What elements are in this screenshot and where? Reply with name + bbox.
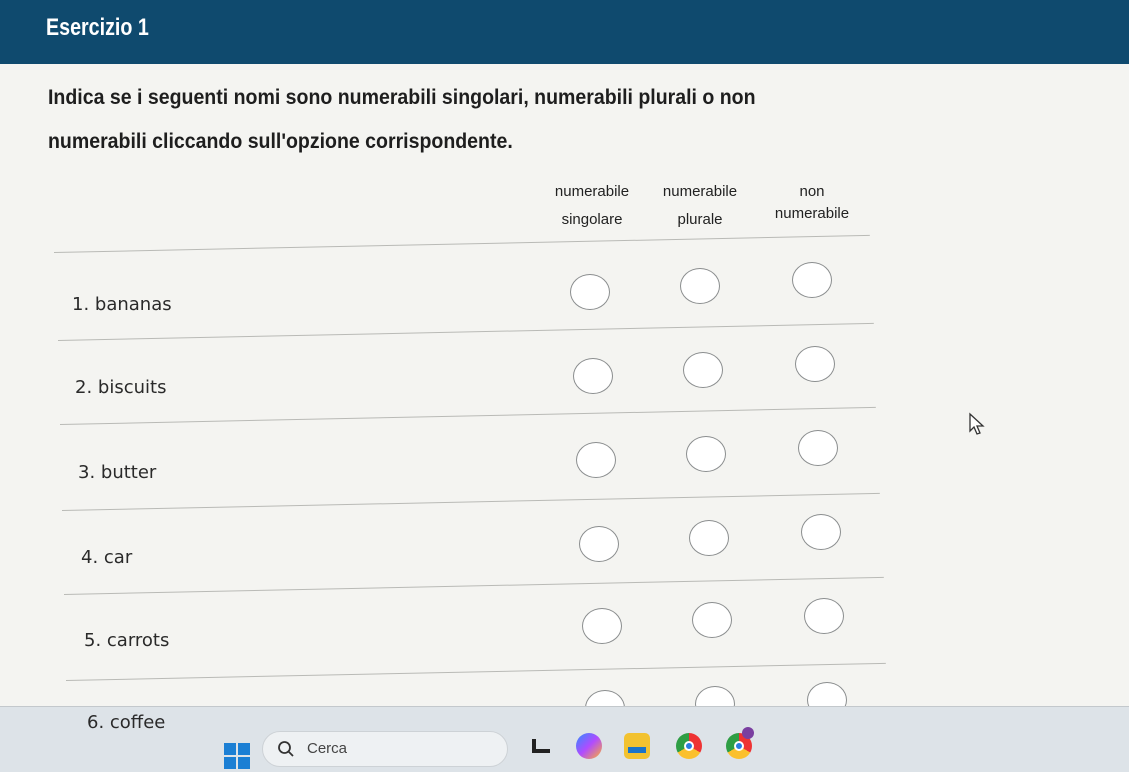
radio-biscuits-singolare[interactable] (573, 358, 613, 394)
radio-butter-non-numerabile[interactable] (798, 430, 838, 466)
radio-carrots-non-numerabile[interactable] (804, 598, 844, 634)
column-header-line2: plurale (677, 211, 723, 228)
exercise-header: Esercizio 1 (0, 0, 1129, 64)
column-header-non-numerabile: non numerabile (752, 180, 872, 226)
column-header-line2: singolare (561, 211, 623, 228)
radio-bananas-plurale[interactable] (680, 268, 720, 304)
row-label-butter: 3. butter (78, 462, 157, 483)
radio-butter-singolare[interactable] (576, 442, 616, 478)
windows-taskbar: Cerca (0, 706, 1129, 772)
radio-biscuits-plurale[interactable] (683, 352, 723, 388)
radio-bananas-singolare[interactable] (570, 274, 610, 310)
row-label-bananas: 1. bananas (72, 294, 172, 315)
radio-butter-plurale[interactable] (686, 436, 726, 472)
radio-car-singolare[interactable] (579, 526, 619, 562)
windows-start-icon[interactable] (224, 743, 250, 769)
taskbar-search-box[interactable]: Cerca (262, 731, 508, 767)
exercise-instructions: Indica se i seguenti nomi sono numerabil… (48, 86, 756, 153)
radio-carrots-plurale[interactable] (692, 602, 732, 638)
row-label-coffee: 6. coffee (87, 712, 166, 733)
column-header-plurale: numerabile plurale (640, 180, 760, 232)
search-icon (278, 741, 294, 757)
radio-bananas-non-numerabile[interactable] (792, 262, 832, 298)
chrome-profile-icon[interactable] (726, 727, 754, 759)
row-label-car: 4. car (81, 547, 133, 568)
file-explorer-icon[interactable] (528, 733, 554, 759)
radio-carrots-singolare[interactable] (582, 608, 622, 644)
chrome-icon[interactable] (676, 733, 702, 759)
column-header-singolare: numerabile singolare (532, 180, 652, 232)
folder-icon[interactable] (624, 733, 650, 759)
copilot-icon[interactable] (576, 733, 602, 759)
column-header-line1: non (799, 183, 825, 200)
column-header-line1: numerabile (554, 183, 630, 200)
radio-car-non-numerabile[interactable] (801, 514, 841, 550)
row-label-biscuits: 2. biscuits (75, 377, 167, 398)
column-header-line2: numerabile (774, 205, 850, 222)
column-header-line1: numerabile (662, 183, 738, 200)
radio-biscuits-non-numerabile[interactable] (795, 346, 835, 382)
mouse-pointer-icon (969, 412, 985, 435)
row-label-carrots: 5. carrots (84, 630, 170, 651)
search-placeholder: Cerca (307, 740, 348, 757)
radio-car-plurale[interactable] (689, 520, 729, 556)
exercise-title: Esercizio 1 (46, 14, 149, 41)
